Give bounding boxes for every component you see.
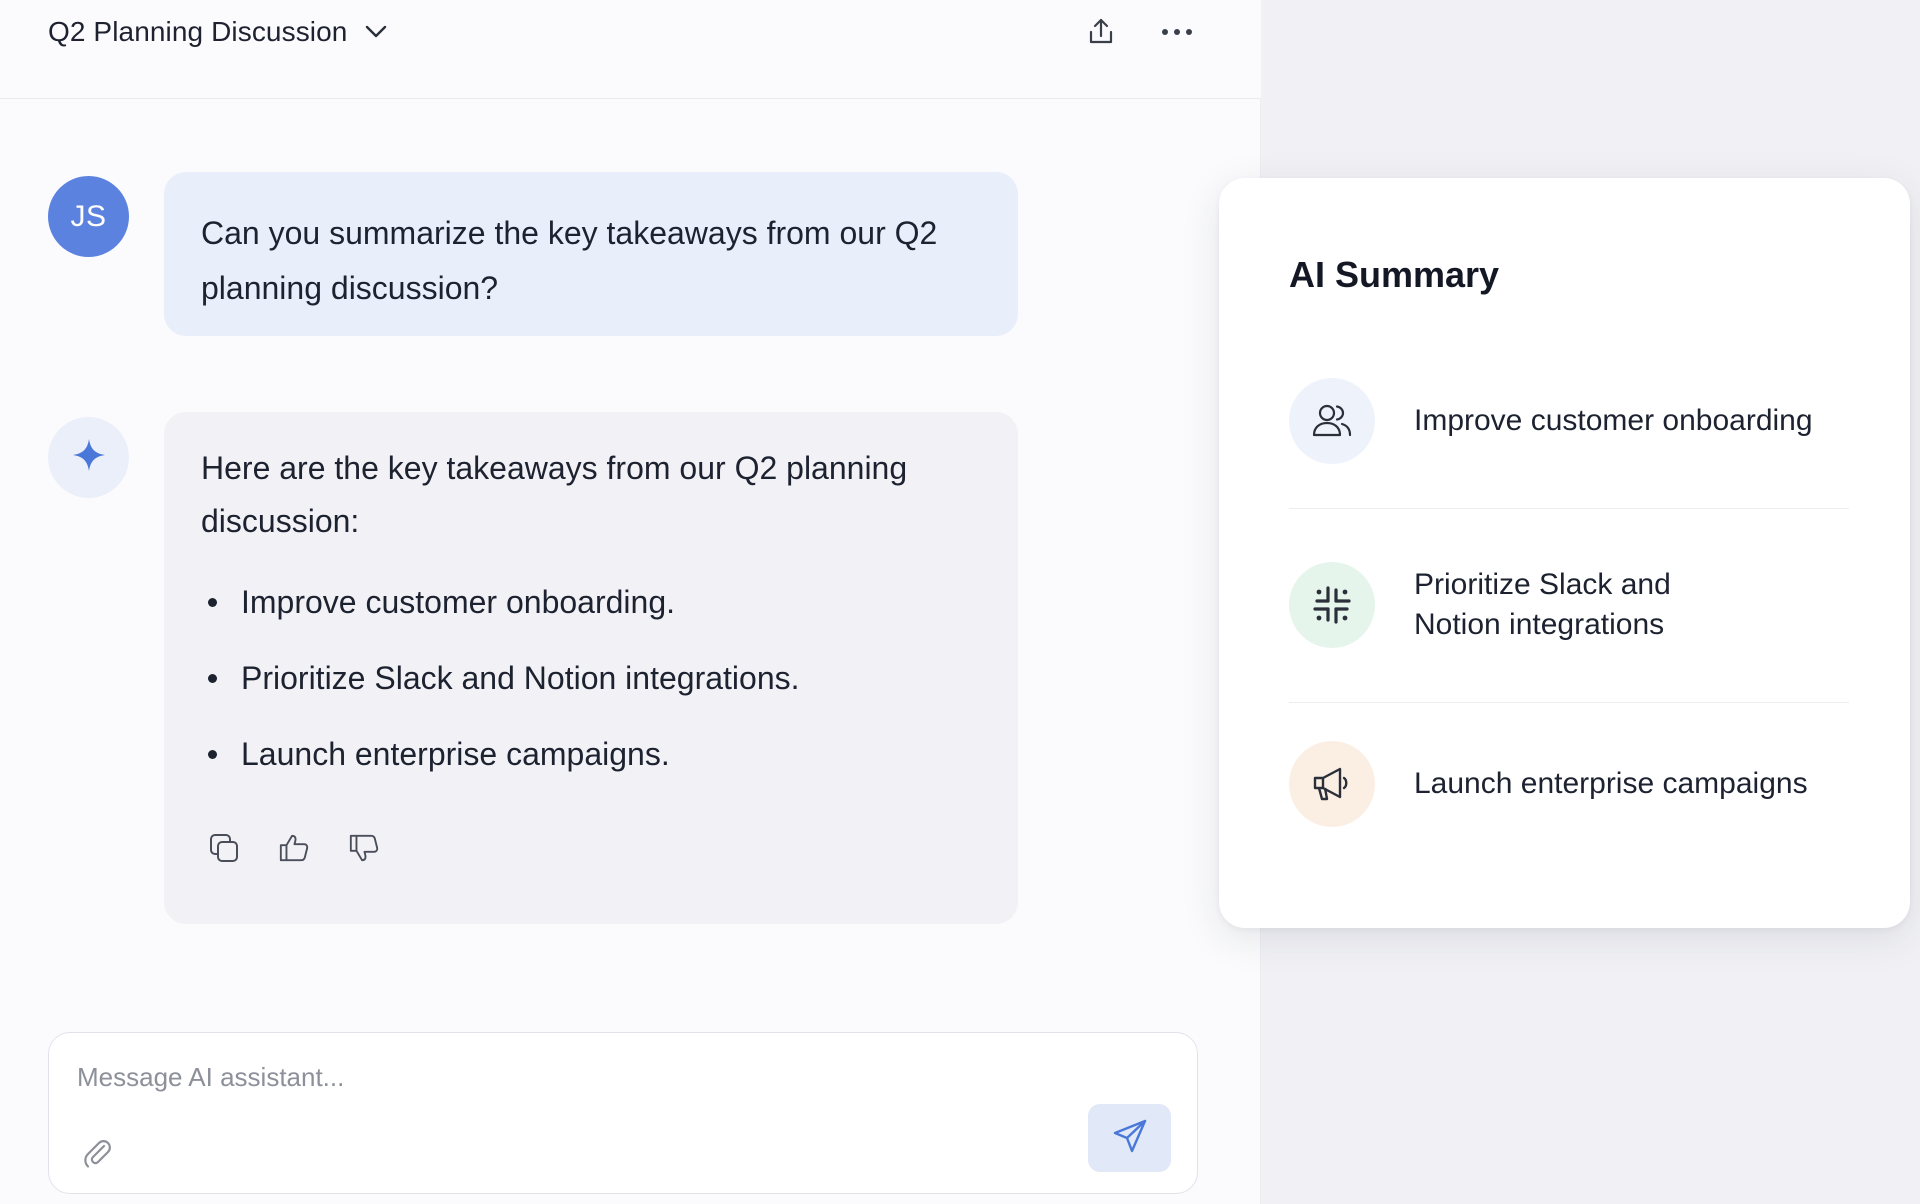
more-icon[interactable] [1157,12,1197,52]
chevron-down-icon [363,19,389,45]
message-input[interactable] [77,1057,1077,1097]
copy-icon[interactable] [208,832,240,864]
chat-pane: Q2 Planning Discussion JS Can you summar… [0,0,1261,1204]
slack-icon [1289,562,1375,648]
summary-item-campaigns[interactable]: Launch enterprise campaigns [1289,741,1849,827]
list-item: Improve customer onboarding. [201,582,981,658]
message-actions [208,832,380,864]
sparkle-icon [70,436,108,479]
assistant-bullet-list: Improve customer onboarding. Prioritize … [201,582,981,810]
topbar: Q2 Planning Discussion [0,0,1261,99]
summary-item-text: Prioritize Slack and Notion integrations [1414,568,1671,641]
assistant-intro-text: Here are the key takeaways from our Q2 p… [201,450,908,539]
thumbs-down-icon[interactable] [348,832,380,864]
list-item: Launch enterprise campaigns. [201,734,981,810]
send-button[interactable] [1088,1104,1171,1172]
user-avatar: JS [48,176,129,257]
paperclip-icon[interactable] [77,1133,117,1173]
summary-item-integrations[interactable]: Prioritize Slack and Notion integrations [1289,562,1849,648]
header-actions [1081,12,1197,52]
message-composer [48,1032,1198,1194]
summary-item-onboarding[interactable]: Improve customer onboarding [1289,378,1849,464]
share-icon[interactable] [1081,12,1121,52]
user-message-bubble: Can you summarize the key takeaways from… [164,172,1018,336]
user-avatar-initials: JS [70,199,107,233]
send-icon [1112,1118,1148,1159]
summary-item-text: Launch enterprise campaigns [1414,767,1808,800]
list-item: Prioritize Slack and Notion integrations… [201,658,981,734]
assistant-avatar [48,417,129,498]
thumbs-up-icon[interactable] [278,832,310,864]
divider [1289,508,1849,509]
app: Q2 Planning Discussion JS Can you summar… [0,0,1920,1204]
divider [1289,702,1849,703]
ai-summary-card: AI Summary Improve customer onboarding P… [1219,178,1910,928]
conversation-title: Q2 Planning Discussion [48,16,348,47]
summary-item-text: Improve customer onboarding [1414,404,1813,437]
summary-title: AI Summary [1289,254,1500,295]
users-icon [1289,378,1375,464]
megaphone-icon [1289,741,1375,827]
user-message-text: Can you summarize the key takeaways from… [201,215,938,306]
assistant-message-bubble: Here are the key takeaways from our Q2 p… [164,412,1018,924]
conversation-title-dropdown[interactable]: Q2 Planning Discussion [48,14,389,50]
